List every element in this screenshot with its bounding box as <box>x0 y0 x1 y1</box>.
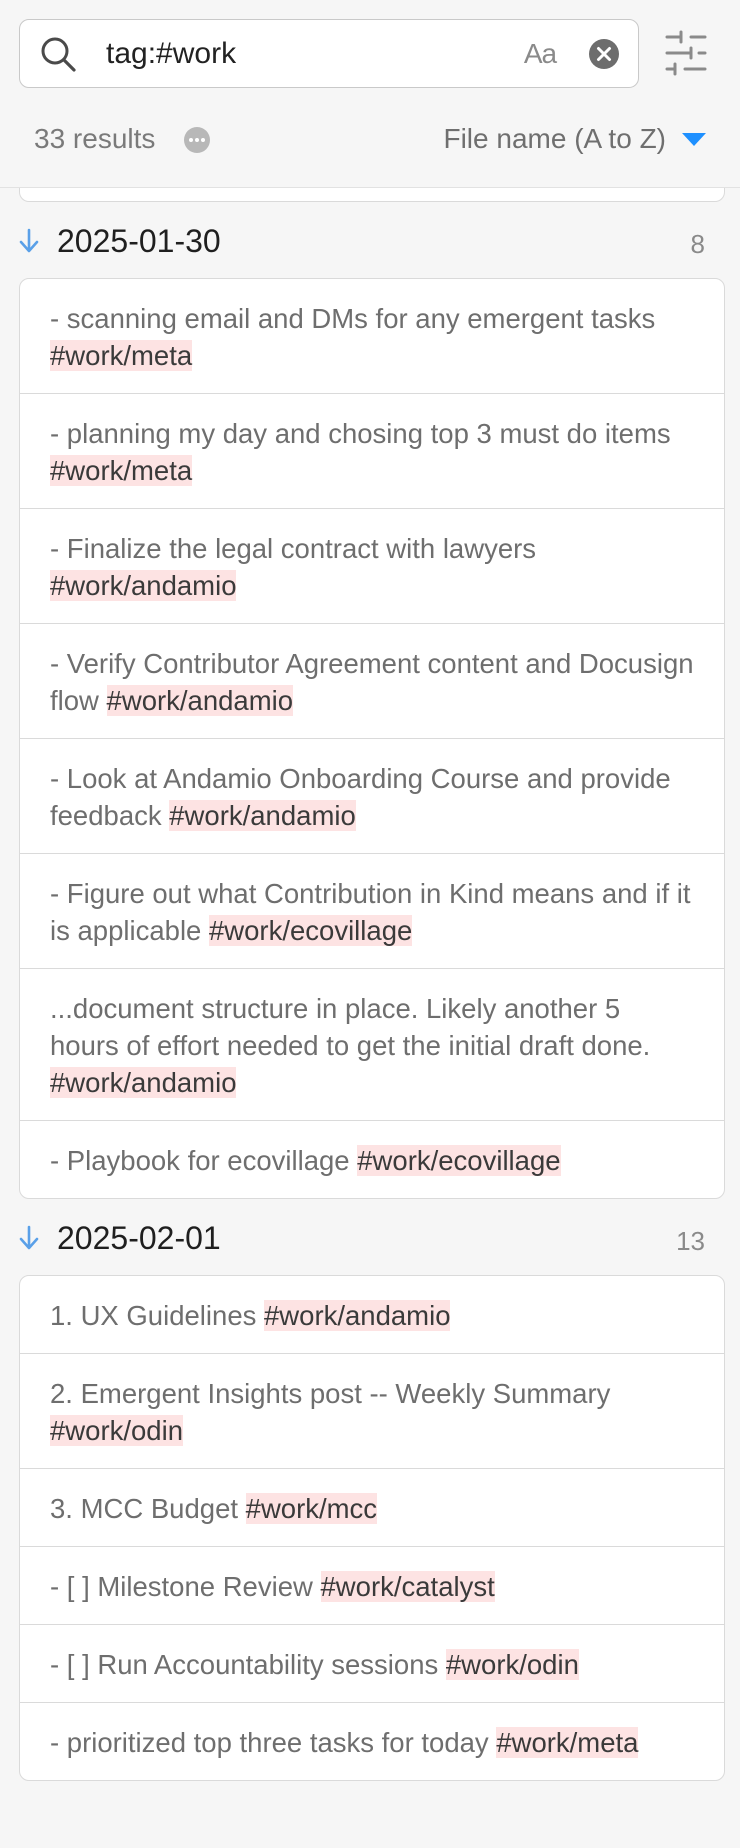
search-match[interactable]: - Playbook for ecovillage #work/ecovilla… <box>20 1121 724 1198</box>
match-text: - Finalize the legal contract with lawye… <box>50 533 537 564</box>
match-tag: #work/meta <box>50 455 193 486</box>
arrow-down-icon[interactable] <box>18 228 40 254</box>
group-title[interactable]: 2025-01-30 <box>57 222 221 260</box>
match-text: - Look at Andamio Onboarding Course and … <box>50 763 671 831</box>
match-text: - Playbook for ecovillage <box>50 1145 358 1176</box>
match-tag: #work/andamio <box>169 800 356 831</box>
match-text: - scanning email and DMs for any emergen… <box>50 303 656 334</box>
search-match[interactable]: - planning my day and chosing top 3 must… <box>20 394 724 509</box>
match-text: ...document structure in place. Likely a… <box>50 993 651 1061</box>
previous-group-card <box>19 187 725 202</box>
result-group: 2025-02-01 13 1. UX Guidelines #work/and… <box>0 1199 740 1781</box>
match-text: - prioritized top three tasks for today <box>50 1727 497 1758</box>
match-tag: #work/meta <box>496 1727 639 1758</box>
match-tag: #work/andamio <box>264 1300 451 1331</box>
search-icon <box>41 37 76 72</box>
results-count: 33 results <box>34 123 156 154</box>
group-matches: 1. UX Guidelines #work/andamio 2. Emerge… <box>19 1275 725 1781</box>
clear-search-icon[interactable] <box>588 38 620 70</box>
result-group: 2025-01-30 8 - scanning email and DMs fo… <box>0 202 740 1199</box>
more-options-icon[interactable] <box>183 126 211 154</box>
match-text: 2. Emergent Insights post -- Weekly Summ… <box>50 1378 611 1409</box>
search-header: Aa 33 results File name (A to Z) <box>0 0 740 188</box>
results-list[interactable]: 2025-01-30 8 - scanning email and DMs fo… <box>0 187 740 1848</box>
group-matches: - scanning email and DMs for any emergen… <box>19 278 725 1199</box>
search-match[interactable]: 1. UX Guidelines #work/andamio <box>20 1276 724 1354</box>
chevron-down-icon[interactable] <box>680 130 708 148</box>
arrow-down-icon[interactable] <box>18 1225 40 1251</box>
match-tag: #work/catalyst <box>320 1571 495 1602</box>
match-text: - planning my day and chosing top 3 must… <box>50 418 671 449</box>
group-header[interactable]: 2025-02-01 13 <box>0 1199 740 1275</box>
match-tag: #work/mcc <box>245 1493 378 1524</box>
search-match[interactable]: - scanning email and DMs for any emergen… <box>20 279 724 394</box>
search-match[interactable]: 3. MCC Budget #work/mcc <box>20 1469 724 1547</box>
match-text: - [ ] Run Accountability sessions <box>50 1649 446 1680</box>
search-input[interactable] <box>106 32 506 76</box>
match-tag: #work/ecovillage <box>208 915 413 946</box>
match-tag: #work/andamio <box>50 570 237 601</box>
match-text: - [ ] Milestone Review <box>50 1571 321 1602</box>
search-match[interactable]: - prioritized top three tasks for today … <box>20 1703 724 1780</box>
group-count: 8 <box>690 229 705 259</box>
search-match[interactable]: ...document structure in place. Likely a… <box>20 969 724 1121</box>
match-case-toggle[interactable]: Aa <box>514 34 566 74</box>
search-match[interactable]: - Look at Andamio Onboarding Course and … <box>20 739 724 854</box>
search-match[interactable]: 2. Emergent Insights post -- Weekly Summ… <box>20 1354 724 1469</box>
sort-dropdown[interactable]: File name (A to Z) <box>443 122 666 156</box>
match-tag: #work/odin <box>445 1649 579 1680</box>
group-title[interactable]: 2025-02-01 <box>57 1219 221 1257</box>
search-match[interactable]: - Figure out what Contribution in Kind m… <box>20 854 724 969</box>
search-match[interactable]: - [ ] Milestone Review #work/catalyst <box>20 1547 724 1625</box>
group-header[interactable]: 2025-01-30 8 <box>0 202 740 278</box>
match-text: 3. MCC Budget <box>50 1493 246 1524</box>
match-tag: #work/meta <box>50 340 193 371</box>
match-tag: #work/ecovillage <box>357 1145 561 1176</box>
search-match[interactable]: - [ ] Run Accountability sessions #work/… <box>20 1625 724 1703</box>
match-tag: #work/odin <box>50 1415 183 1446</box>
search-match[interactable]: - Verify Contributor Agreement content a… <box>20 624 724 739</box>
group-count: 13 <box>676 1226 705 1256</box>
sliders-icon[interactable] <box>664 30 708 76</box>
search-match[interactable]: - Finalize the legal contract with lawye… <box>20 509 724 624</box>
match-tag: #work/andamio <box>106 685 294 716</box>
search-box[interactable]: Aa <box>19 19 639 88</box>
match-text: 1. UX Guidelines <box>50 1300 264 1331</box>
match-tag: #work/andamio <box>50 1067 237 1098</box>
